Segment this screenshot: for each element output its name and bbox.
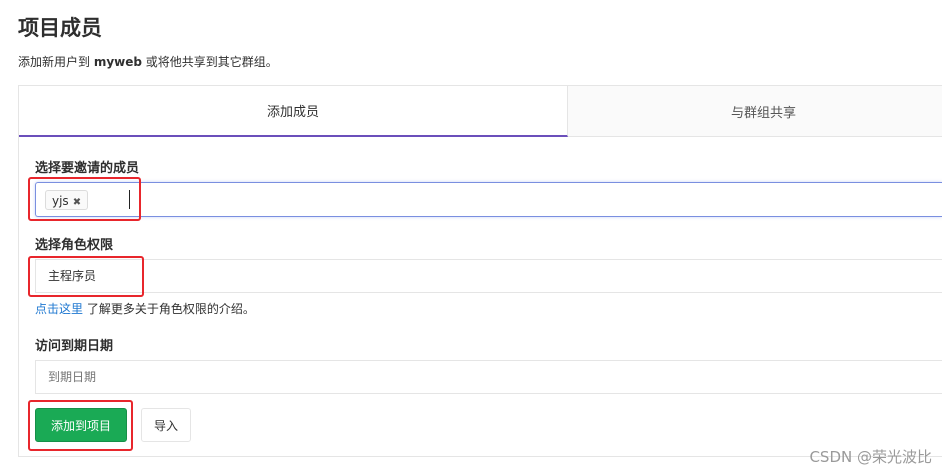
expiry-date-input[interactable] [35, 360, 942, 394]
role-help-description: 了解更多关于角色权限的介绍。 [83, 302, 255, 316]
members-field-label: 选择要邀请的成员 [35, 161, 140, 176]
subtitle-project-name: myweb [93, 55, 142, 69]
role-help-text: 点击这里 了解更多关于角色权限的介绍。 [35, 300, 255, 317]
watermark-text: CSDN @荣光波比 [809, 448, 932, 466]
tab-add-members[interactable]: 添加成员 [19, 86, 568, 137]
page-subtitle: 添加新用户到 myweb 或将他共享到其它群组。 [18, 53, 278, 70]
tabs-bar: 添加成员 与群组共享 [19, 86, 942, 137]
role-field-label: 选择角色权限 [35, 238, 114, 253]
members-select-input[interactable]: yjs ✖ [35, 182, 942, 217]
highlight-box-role [28, 256, 144, 297]
highlight-box-members [28, 177, 141, 221]
subtitle-prefix: 添加新用户到 [18, 55, 94, 69]
expiry-field-label: 访问到期日期 [35, 339, 114, 354]
import-button[interactable]: 导入 [141, 408, 191, 442]
role-select[interactable]: 主程序员 [35, 259, 942, 293]
highlight-box-submit [28, 400, 133, 451]
page-title: 项目成员 [18, 16, 102, 40]
subtitle-suffix: 或将他共享到其它群组。 [141, 55, 278, 69]
role-help-link[interactable]: 点击这里 [35, 302, 83, 316]
tab-share-with-group[interactable]: 与群组共享 [568, 86, 942, 137]
